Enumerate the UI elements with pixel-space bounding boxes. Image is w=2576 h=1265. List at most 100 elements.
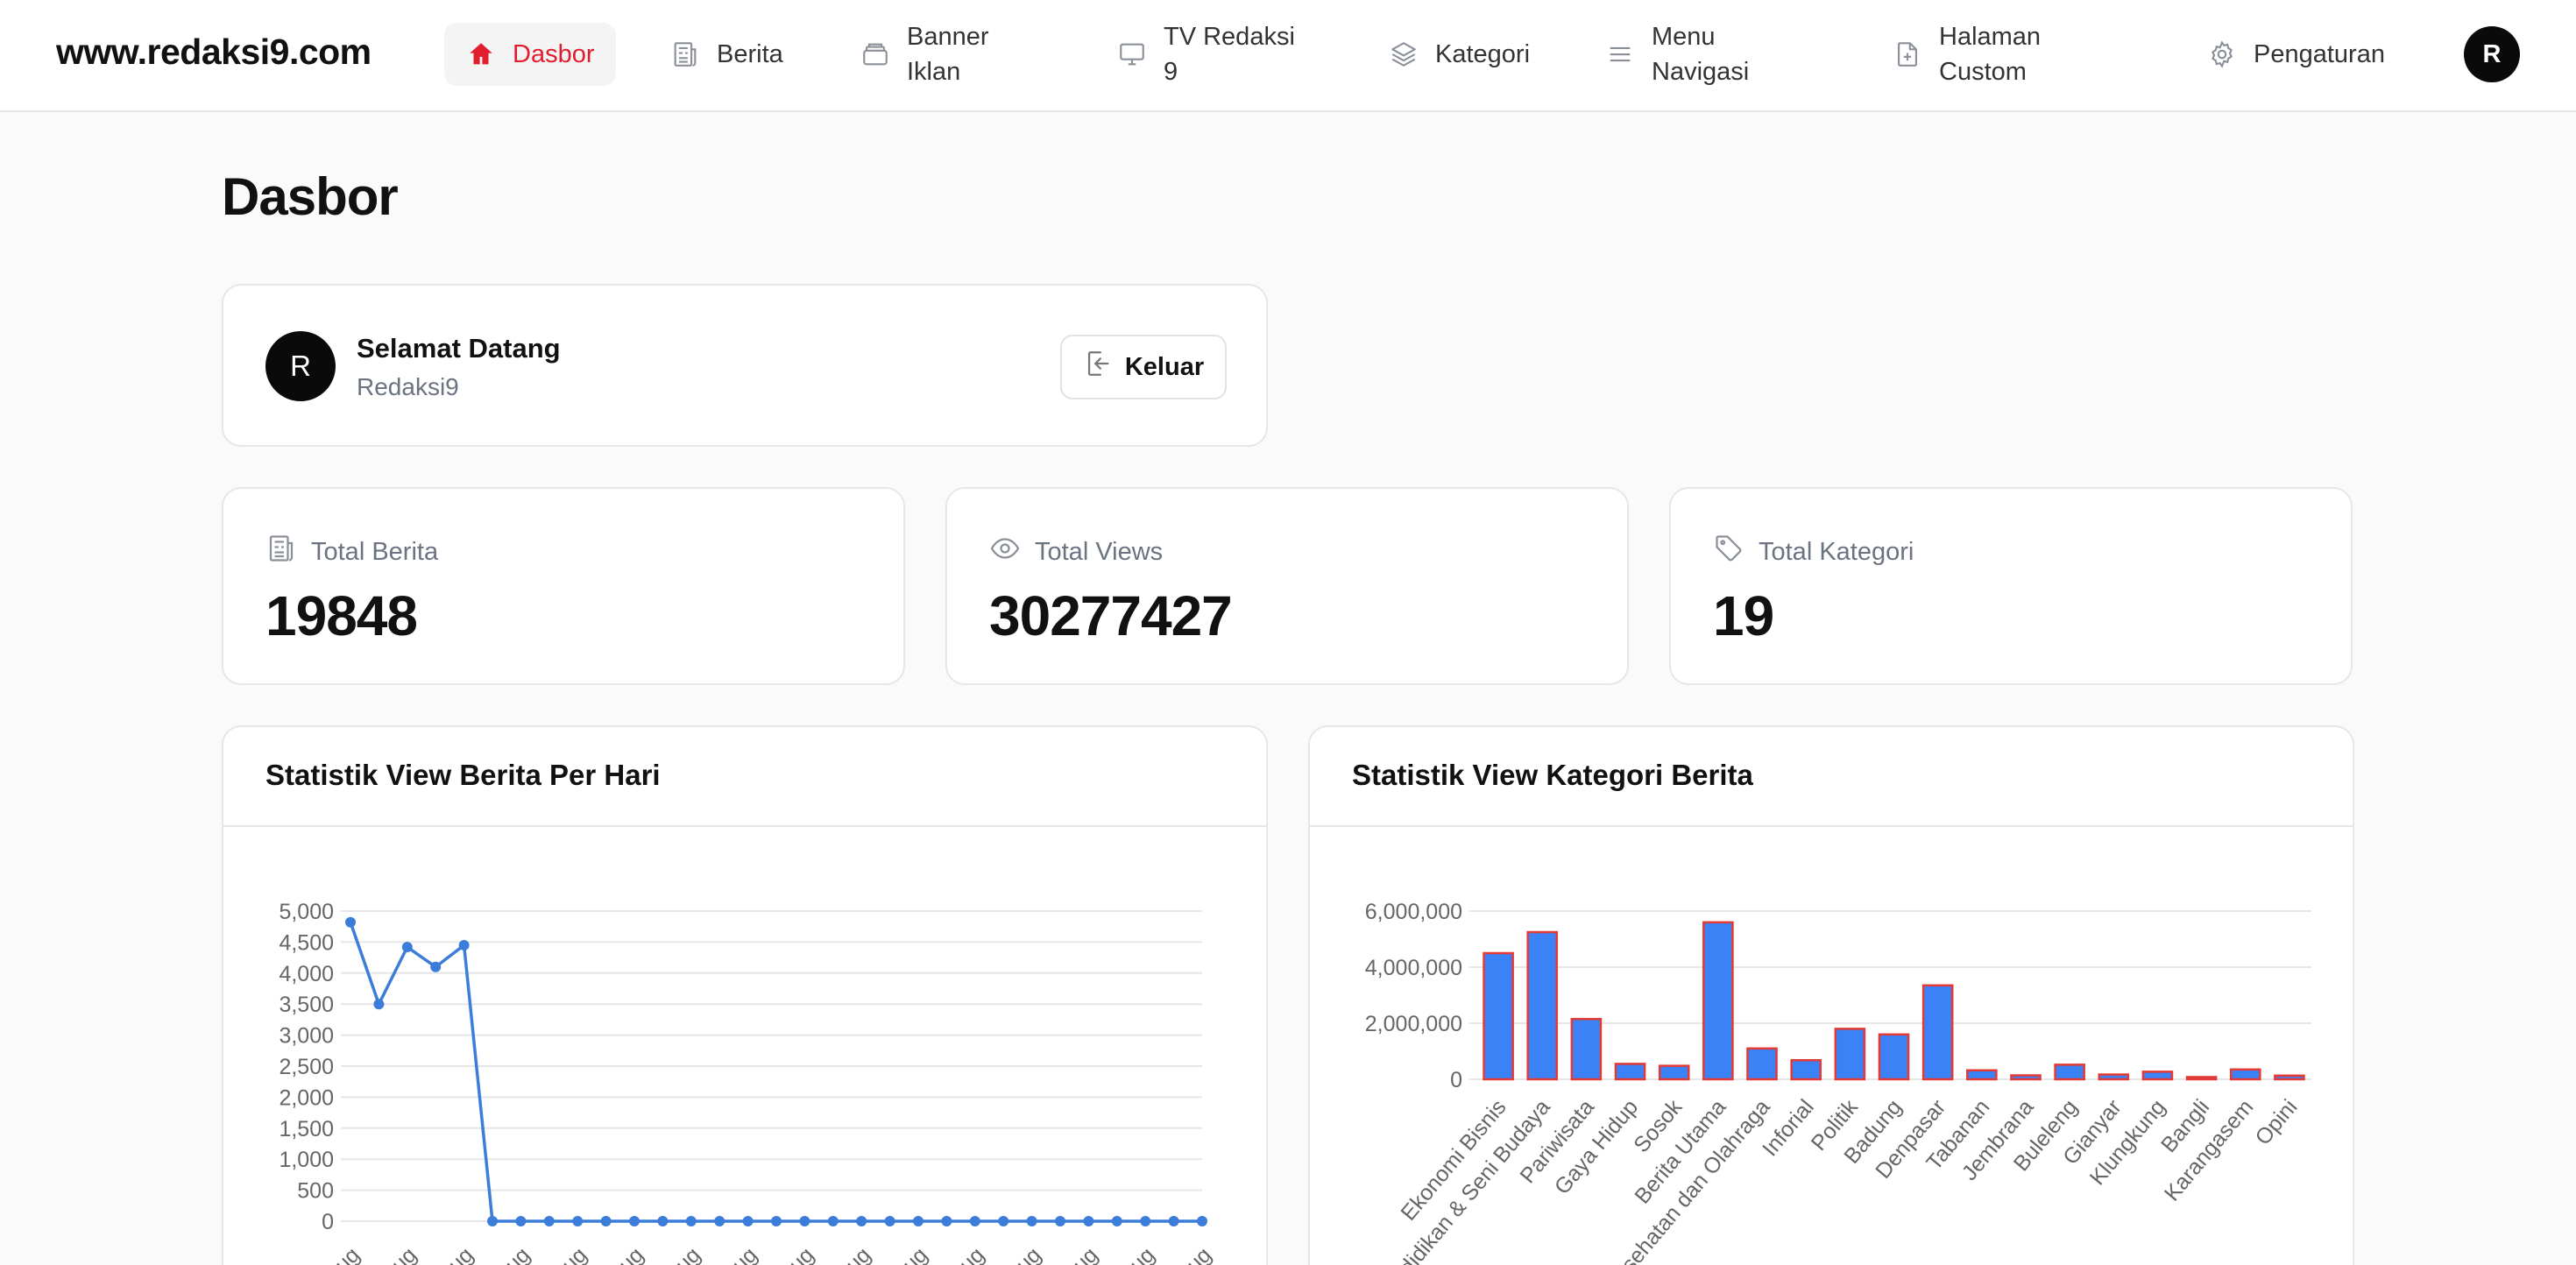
data-point[interactable] — [600, 1216, 612, 1226]
bar[interactable] — [2274, 1074, 2305, 1081]
page-title: Dasbor — [222, 167, 399, 226]
welcome-title: Selamat Datang — [357, 333, 561, 364]
nav-item-menu-navigasi[interactable]: Menu Navigasi — [1583, 23, 1770, 86]
eye-icon — [989, 533, 1021, 571]
data-point[interactable] — [799, 1216, 810, 1226]
bar[interactable] — [2054, 1064, 2085, 1081]
brand-logo-text[interactable]: www.redaksi9.com — [56, 32, 372, 73]
data-point[interactable] — [856, 1216, 867, 1226]
bar[interactable] — [1878, 1033, 1910, 1081]
bar[interactable] — [1526, 930, 1559, 1081]
nav-item-label: Kategori — [1435, 40, 1531, 68]
y-tick-label: 4,000 — [279, 962, 334, 986]
layers-stack-icon — [860, 39, 891, 70]
bar[interactable] — [1746, 1047, 1778, 1081]
nav-item-dasbor[interactable]: Dasbor — [444, 23, 616, 86]
data-point[interactable] — [941, 1216, 952, 1226]
stat-card-total-kategori: Total Kategori 19 — [1669, 487, 2353, 685]
bar[interactable] — [1921, 984, 1954, 1081]
bar[interactable] — [1570, 1017, 1603, 1081]
data-point[interactable] — [1111, 1216, 1122, 1226]
data-point[interactable] — [629, 1216, 640, 1226]
data-point[interactable] — [742, 1216, 754, 1226]
bar[interactable] — [1790, 1058, 1822, 1081]
category-views-bar-chart: 02,000,0004,000,0006,000,000Ekonomi Bisn… — [1365, 900, 2311, 1265]
chart-title: Statistik View Kategori Berita — [1352, 759, 1753, 791]
data-point[interactable] — [543, 1216, 555, 1226]
x-tick-label: 23 Aug — [924, 1242, 989, 1265]
x-tick-label: 9 Aug — [534, 1242, 591, 1265]
logout-label: Keluar — [1124, 352, 1205, 381]
nav-item-berita[interactable]: Berita — [648, 23, 804, 86]
bar[interactable] — [1658, 1064, 1690, 1081]
stat-value: 30277427 — [989, 584, 1233, 647]
home-icon — [465, 39, 497, 70]
nav-item-tv-redaksi-9[interactable]: TV Redaksi 9 — [1095, 23, 1316, 86]
data-point[interactable] — [1197, 1216, 1207, 1226]
data-point[interactable] — [345, 916, 356, 928]
data-point[interactable] — [913, 1216, 924, 1226]
stat-label: Total Views — [1035, 537, 1164, 566]
bar[interactable] — [1966, 1069, 1998, 1081]
chart-title: Statistik View Berita Per Hari — [265, 759, 661, 791]
nav-item-halaman-custom[interactable]: Halaman Custom — [1871, 23, 2062, 86]
bar[interactable] — [1483, 951, 1514, 1081]
bar-chart-card: Statistik View Kategori Berita 0 2,000,00… — [1308, 725, 2354, 1265]
data-point[interactable] — [430, 961, 442, 972]
nav-item-kategori[interactable]: Kategori — [1367, 23, 1551, 86]
y-tick-label: 3,500 — [279, 993, 334, 1017]
bar[interactable] — [2141, 1071, 2174, 1081]
data-point[interactable] — [515, 1216, 527, 1226]
bar[interactable] — [2229, 1068, 2261, 1081]
data-point[interactable] — [1083, 1216, 1094, 1226]
data-point[interactable] — [572, 1216, 584, 1226]
data-point[interactable] — [827, 1216, 839, 1226]
data-point[interactable] — [1026, 1216, 1037, 1226]
y-tick-label: 0 — [1450, 1068, 1462, 1092]
data-point[interactable] — [1055, 1216, 1065, 1226]
bar[interactable] — [2185, 1076, 2218, 1081]
stat-value: 19 — [1713, 584, 1774, 647]
logout-icon — [1083, 349, 1113, 385]
data-point[interactable] — [401, 942, 413, 953]
y-tick-label: 1,000 — [279, 1148, 334, 1172]
bar[interactable] — [1614, 1063, 1646, 1081]
data-point[interactable] — [771, 1216, 782, 1226]
y-tick-label: 4,000,000 — [1365, 956, 1462, 980]
data-point[interactable] — [998, 1216, 1009, 1226]
data-point[interactable] — [714, 1216, 725, 1226]
data-point[interactable] — [458, 939, 470, 951]
nav-item-pengaturan[interactable]: Pengaturan — [2185, 23, 2406, 86]
x-tick-label: 13 Aug — [640, 1242, 705, 1265]
x-tick-label: 3 Aug — [364, 1242, 421, 1265]
data-point[interactable] — [487, 1216, 498, 1226]
stat-label: Total Berita — [311, 537, 439, 566]
x-tick-label: 29 Aug — [1094, 1242, 1160, 1265]
user-avatar[interactable]: R — [2464, 26, 2520, 82]
x-tick-label: 27 Aug — [1037, 1242, 1103, 1265]
x-tick-label: Opini — [2251, 1095, 2303, 1150]
data-point[interactable] — [685, 1216, 697, 1226]
data-point[interactable] — [373, 999, 385, 1010]
bar[interactable] — [1702, 921, 1734, 1081]
monitor-icon — [1116, 39, 1148, 70]
line-chart-card: Statistik View Berita Per Hari 0 500 1,000… — [222, 725, 1268, 1265]
data-point[interactable] — [884, 1216, 895, 1226]
data-point[interactable] — [1168, 1216, 1179, 1226]
bar[interactable] — [1834, 1028, 1866, 1081]
welcome-subtitle: Redaksi9 — [357, 373, 459, 400]
data-point[interactable] — [1140, 1216, 1151, 1226]
nav-item-banner-iklan[interactable]: Banner Iklan — [839, 23, 1010, 86]
x-tick-label: 5 Aug — [421, 1242, 478, 1265]
y-tick-label: 6,000,000 — [1365, 900, 1462, 924]
y-tick-label: 4,500 — [279, 930, 334, 955]
bar[interactable] — [2098, 1073, 2130, 1081]
stat-value: 19848 — [265, 584, 418, 647]
data-point[interactable] — [969, 1216, 980, 1226]
data-point[interactable] — [657, 1216, 669, 1226]
logout-button[interactable]: Keluar — [1060, 335, 1227, 399]
bar[interactable] — [2010, 1074, 2042, 1081]
nav-item-label: Berita — [717, 40, 783, 68]
x-tick-label: 1 Aug — [308, 1242, 364, 1265]
x-tick-label: 31 Aug — [1150, 1242, 1216, 1265]
